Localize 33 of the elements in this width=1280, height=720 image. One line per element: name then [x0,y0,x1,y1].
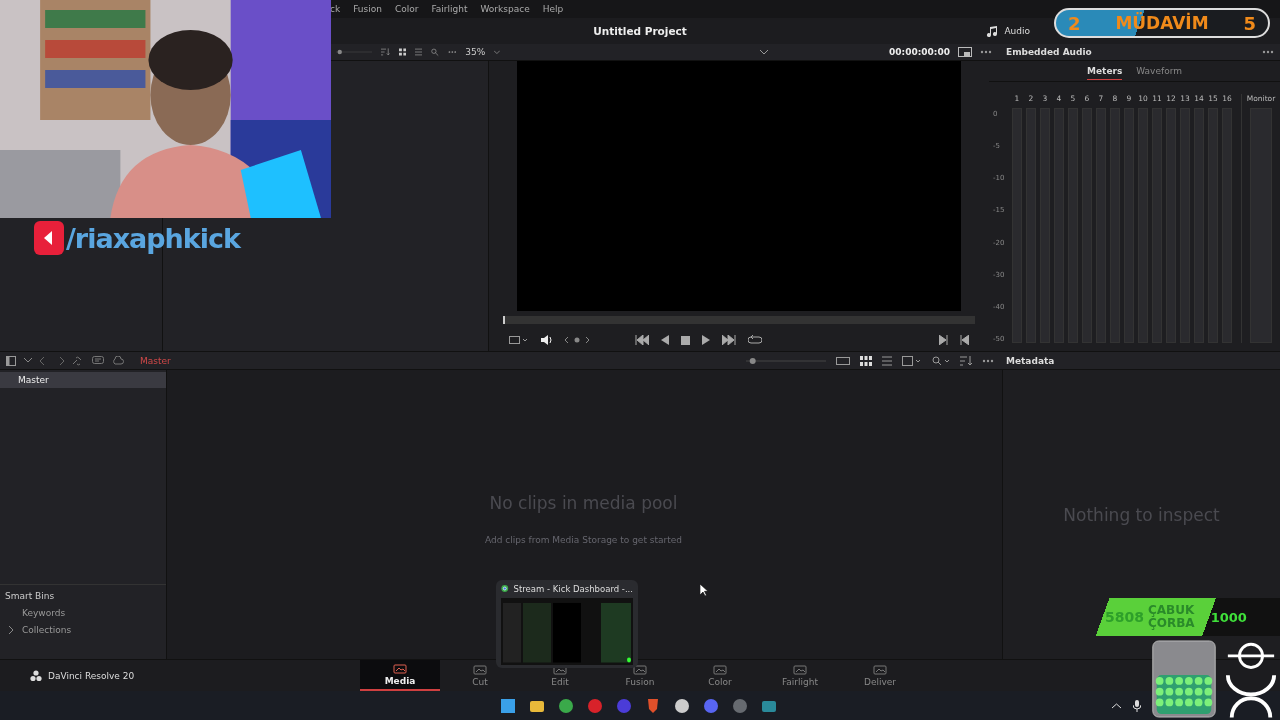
bin-item[interactable]: Collections [22,625,72,635]
channel-name: /riaxaphkick [66,222,240,254]
breadcrumb[interactable]: Master [140,355,171,366]
zoom-dropdown[interactable]: 35% [465,47,486,57]
empty-hint: Add clips from Media Storage to get started [485,534,682,545]
panel-title: Metadata [1006,355,1055,366]
menu-item[interactable]: Fairlight [431,4,468,14]
section-title: Smart Bins [4,591,56,601]
timecode: 00:00:00:00 [889,47,950,57]
app-name: DaVinci Resolve 20 [48,670,135,681]
project-title: Untitled Project [593,25,687,37]
menu-item[interactable]: ck [330,4,341,14]
panel-tab[interactable]: Waveform [1136,63,1182,79]
goal-title: ÇORBA [1147,617,1195,630]
window-title: Stream - Kick Dashboard -... [513,583,633,594]
goal-title: ÇABUK [1147,604,1195,617]
goal-target: 1000 [1210,609,1247,625]
menu-item[interactable]: Help [542,4,564,14]
page-tab[interactable]: Media [360,660,440,691]
menu-item[interactable]: Color [394,4,419,14]
page-tab[interactable]: Fairlight [760,660,840,691]
menu-item[interactable]: Fusion [353,4,382,14]
audio-button[interactable]: Audio [1004,26,1030,36]
window-preview-tooltip[interactable]: Stream - Kick Dashboard -... [496,580,638,668]
panel-tab[interactable]: Meters [1087,62,1123,80]
level-number: 2 [1068,12,1081,34]
level-number: 5 [1243,12,1256,34]
panel-title: Embedded Audio [1006,47,1092,57]
page-tab[interactable]: Color [680,660,760,691]
bin-item[interactable]: Master [0,372,166,388]
bin-item[interactable]: Keywords [22,608,66,618]
page-tab[interactable]: Deliver [840,660,920,691]
menu-item[interactable]: Workspace [480,4,530,14]
